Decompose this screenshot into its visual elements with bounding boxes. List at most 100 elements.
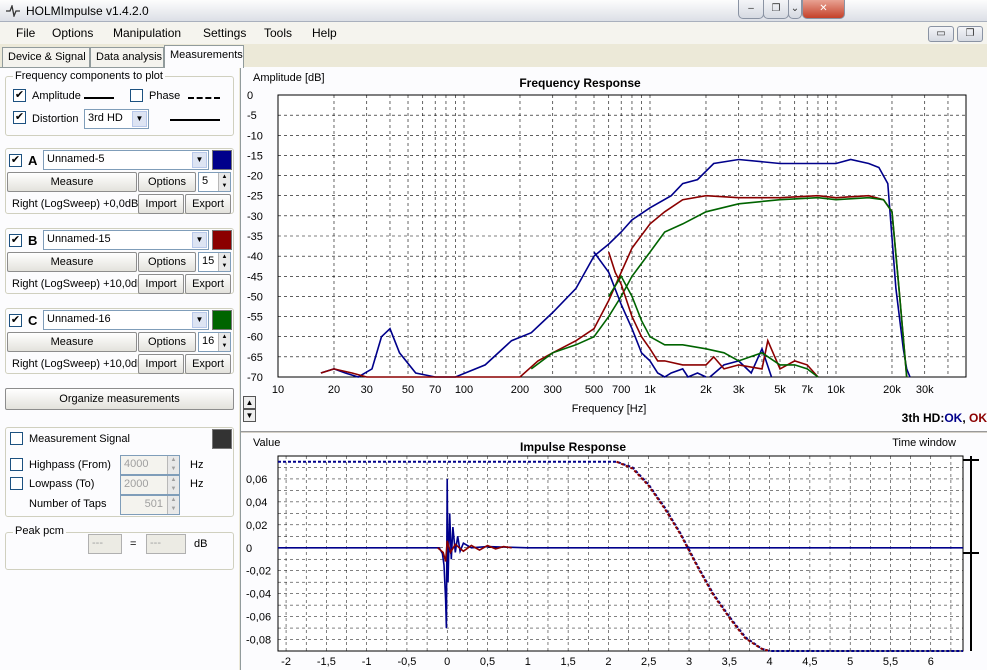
- spinner-arrows-icon[interactable]: ▲ ▼: [167, 476, 179, 494]
- frequency-x-tick-label: 3k: [733, 384, 745, 396]
- measurement-a-checkbox[interactable]: [9, 154, 22, 167]
- highpass-spinner[interactable]: 4000 ▲ ▼: [120, 455, 180, 475]
- chart-area: Amplitude [dB] Frequency Response Freque…: [240, 67, 987, 670]
- measurement-a-spinner[interactable]: 5 ▲ ▼: [198, 172, 231, 192]
- chevron-down-icon[interactable]: ▼: [132, 111, 147, 127]
- measurement-a-export-button[interactable]: Export: [185, 194, 231, 214]
- impulse-x-tick-label: 1,5: [560, 656, 575, 668]
- menu-help[interactable]: Help: [312, 26, 337, 40]
- frequency-x-tick-label: 5k: [774, 384, 786, 396]
- impulse-y-tick-label: -0,04: [246, 589, 271, 601]
- lowpass-spinner[interactable]: 2000 ▲ ▼: [120, 475, 180, 495]
- frequency-x-tick-label: 2k: [700, 384, 712, 396]
- spinner-arrows-icon[interactable]: ▲ ▼: [218, 253, 230, 271]
- spinner-arrows-icon[interactable]: ▲ ▼: [167, 496, 179, 514]
- mdi-restore-button[interactable]: ❐: [957, 26, 983, 42]
- scroll-up-icon[interactable]: ▲: [243, 396, 256, 409]
- measurement-signal-checkbox[interactable]: [10, 432, 23, 445]
- measurement-c-spinner[interactable]: 16 ▲ ▼: [198, 332, 231, 352]
- organize-measurements-button[interactable]: Organize measurements: [5, 388, 234, 410]
- lowpass-unit: Hz: [190, 478, 204, 490]
- measurement-a-info: Right (LogSweep) +0,0dB: [12, 198, 139, 210]
- measurement-c-color-swatch[interactable]: [212, 310, 232, 330]
- measurement-b-export-button[interactable]: Export: [185, 274, 231, 294]
- impulse-y-axis-label: Value: [253, 437, 280, 449]
- measurement-b-checkbox[interactable]: [9, 234, 22, 247]
- chevron-down-icon[interactable]: ▼: [192, 152, 207, 168]
- frequency-x-tick-label: 7k: [801, 384, 813, 396]
- measurement-signal-label: Measurement Signal: [29, 433, 130, 445]
- menu-bar: File Options Manipulation Settings Tools…: [0, 22, 987, 44]
- measurement-b-measure-button[interactable]: Measure: [7, 252, 137, 272]
- legend-ok-b: OK: [969, 411, 987, 425]
- impulse-x-tick-label: -1: [362, 656, 372, 668]
- maximize-button[interactable]: ❐: [763, 0, 789, 19]
- measurement-a-import-button[interactable]: Import: [138, 194, 184, 214]
- tab-measurements[interactable]: Measurements: [164, 45, 244, 68]
- scroll-down-icon[interactable]: ▼: [243, 409, 256, 422]
- minimize-button[interactable]: –: [738, 0, 764, 19]
- measurement-c-name-select[interactable]: Unnamed-16 ▼: [43, 310, 209, 330]
- measurement-b-options-button[interactable]: Options: [138, 252, 196, 272]
- measurement-a-name: Unnamed-5: [47, 153, 105, 165]
- impulse-x-tick-label: 0: [444, 656, 450, 668]
- menu-tools[interactable]: Tools: [264, 26, 292, 40]
- mdi-minimize-button[interactable]: ▭: [928, 26, 954, 42]
- menu-manipulation[interactable]: Manipulation: [113, 26, 181, 40]
- impulse-x-tick-label: -0,5: [397, 656, 416, 668]
- measurement-a-name-select[interactable]: Unnamed-5 ▼: [43, 150, 209, 170]
- frequency-x-tick-label: 1k: [644, 384, 656, 396]
- measurement-b-spinner[interactable]: 15 ▲ ▼: [198, 252, 231, 272]
- frequency-x-tick-label: 70: [429, 384, 441, 396]
- measurement-b-name-select[interactable]: Unnamed-15 ▼: [43, 230, 209, 250]
- menu-options[interactable]: Options: [52, 26, 93, 40]
- amplitude-checkbox[interactable]: [13, 89, 26, 102]
- menu-settings[interactable]: Settings: [203, 26, 246, 40]
- chevron-down-icon[interactable]: ▼: [192, 312, 207, 328]
- frequency-x-tick-label: 50: [402, 384, 414, 396]
- frequency-x-tick-label: 100: [455, 384, 473, 396]
- frequency-response-chart[interactable]: Amplitude [dB] Frequency Response Freque…: [241, 67, 987, 427]
- measurement-b-import-button[interactable]: Import: [138, 274, 184, 294]
- taps-label: Number of Taps: [29, 498, 107, 510]
- measurement-a-color-swatch[interactable]: [212, 150, 232, 170]
- tab-device-signal[interactable]: Device & Signal: [2, 47, 90, 67]
- measurement-c-measure-button[interactable]: Measure: [7, 332, 137, 352]
- measurement-c-import-button[interactable]: Import: [138, 354, 184, 374]
- chevron-down-icon[interactable]: ▼: [192, 232, 207, 248]
- lowpass-checkbox[interactable]: [10, 477, 23, 490]
- impulse-response-chart[interactable]: Value Impulse Response Time window 0,06 0…: [241, 433, 987, 670]
- frequency-x-tick-label: 200: [511, 384, 529, 396]
- frequency-x-tick-label: 30k: [916, 384, 934, 396]
- measurement-a-options-button[interactable]: Options: [138, 172, 196, 192]
- measurement-a-spinner-value: 5: [202, 175, 209, 187]
- distortion-checkbox[interactable]: [13, 111, 26, 124]
- frequency-y-tick-label: -60: [247, 332, 263, 344]
- measurement-a-measure-button[interactable]: Measure: [7, 172, 137, 192]
- chevron-down-icon[interactable]: ⌄: [788, 0, 802, 19]
- close-button[interactable]: ✕: [802, 0, 845, 19]
- taps-spinner[interactable]: 501 ▲ ▼: [120, 495, 180, 515]
- spinner-arrows-icon[interactable]: ▲ ▼: [218, 173, 230, 191]
- impulse-x-tick-label: 2: [605, 656, 611, 668]
- measurement-c-export-button[interactable]: Export: [185, 354, 231, 374]
- phase-checkbox[interactable]: [130, 89, 143, 102]
- frequency-y-tick-label: -25: [247, 191, 263, 203]
- measurement-b-color-swatch[interactable]: [212, 230, 232, 250]
- measurement-b-spinner-value: 15: [202, 255, 215, 267]
- measurement-b-letter: B: [28, 233, 38, 248]
- measurement-c-checkbox[interactable]: [9, 314, 22, 327]
- measurement-c-options-button[interactable]: Options: [138, 332, 196, 352]
- frequency-chart-title: Frequency Response: [519, 76, 641, 90]
- highpass-checkbox[interactable]: [10, 458, 23, 471]
- distortion-select[interactable]: 3rd HD ▼: [84, 109, 149, 129]
- menu-file[interactable]: File: [16, 26, 35, 40]
- measurement-signal-color-swatch[interactable]: [212, 429, 232, 449]
- impulse-x-tick-label: 1: [525, 656, 531, 668]
- tab-data-analysis[interactable]: Data analysis: [90, 47, 164, 67]
- spinner-arrows-icon[interactable]: ▲ ▼: [218, 333, 230, 351]
- highpass-value: 4000: [124, 458, 149, 470]
- impulse-y-tick-label: -0,08: [246, 635, 271, 647]
- spinner-arrows-icon[interactable]: ▲ ▼: [167, 456, 179, 474]
- frequency-y-tick-label: -65: [247, 352, 263, 364]
